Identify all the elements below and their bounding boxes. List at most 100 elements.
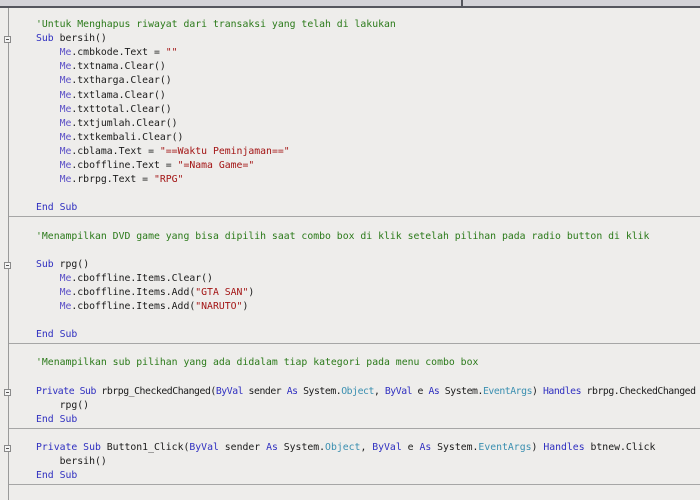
code-token: Button1_Click( (100, 442, 190, 453)
code-line[interactable]: rpg() (36, 399, 90, 413)
code-token: Me (59, 75, 72, 87)
collapse-icon[interactable] (4, 261, 11, 269)
code-line[interactable]: bersih() (36, 455, 107, 469)
code-token: System. (439, 385, 484, 397)
code-token: rbrpg.CheckedChanged (581, 385, 696, 397)
code-line[interactable]: Me.cblama.Text = "==Waktu Peminjaman==" (36, 145, 290, 159)
code-line[interactable]: 'Untuk Menghapus riwayat dari transaksi … (36, 18, 396, 32)
code-line[interactable]: Private Sub Button1_Click(ByVal sender A… (36, 441, 655, 455)
code-line[interactable]: Me.rbrpg.Text = "RPG" (36, 173, 184, 187)
code-token: .cboffline.Items.Add( (71, 286, 196, 298)
code-token: EventArgs (482, 385, 533, 397)
code-line[interactable]: 'Menampilkan sub pilihan yang ada didala… (36, 356, 478, 370)
code-line[interactable]: Me.cboffline.Items.Add("NARUTO") (36, 300, 249, 314)
code-token: End Sub (36, 202, 78, 214)
code-token: ByVal (384, 385, 413, 397)
code-token: Me (59, 117, 72, 129)
code-token: e (412, 385, 429, 397)
code-token: Me (59, 47, 72, 59)
collapse-icon[interactable] (4, 36, 11, 44)
code-line[interactable]: Sub bersih() (36, 32, 107, 46)
code-line[interactable]: Me.txttotal.Clear() (36, 103, 172, 117)
code-token: Me (59, 103, 72, 115)
code-line[interactable]: Me.cboffline.Items.Add("GTA SAN") (36, 286, 255, 300)
code-token: As (419, 442, 432, 453)
code-token: 'Untuk Menghapus riwayat dari transaksi … (36, 19, 396, 30)
code-line[interactable]: Sub rpg() (36, 258, 89, 272)
code-token: .txtnama.Clear() (71, 61, 166, 73)
code-token: .cblama.Text = (71, 145, 160, 157)
code-token: ByVal (189, 442, 219, 453)
code-token: "=Nama Game=" (177, 160, 255, 171)
code-token: End Sub (36, 329, 78, 341)
code-token: , (360, 442, 373, 453)
code-token: rbrpg_CheckedChanged( (95, 385, 216, 397)
code-line[interactable]: Me.txtharga.Clear() (36, 74, 172, 88)
code-token: EventArgs (478, 442, 532, 453)
code-token: Me (59, 174, 72, 186)
code-token: Me (59, 145, 72, 157)
code-token: rpg() (36, 399, 90, 411)
code-line[interactable]: End Sub (36, 201, 77, 215)
code-editor[interactable]: 'Untuk Menghapus riwayat dari transaksi … (0, 0, 700, 500)
code-token: As (266, 442, 278, 453)
code-token: sender (243, 385, 287, 397)
procedure-separator (9, 427, 700, 429)
code-token: Handles (543, 442, 585, 453)
code-token: ) (242, 301, 249, 312)
code-token: Handles (542, 385, 582, 397)
code-token: Sub (36, 33, 54, 45)
code-token: 'Menampilkan DVD game yang bisa dipilih … (36, 230, 650, 242)
collapse-icon[interactable] (4, 388, 11, 396)
code-line[interactable]: Me.txtkembali.Clear() (36, 131, 184, 145)
code-token: .txtharga.Clear() (71, 75, 172, 87)
code-token: , (373, 385, 385, 397)
procedure-separator (9, 484, 700, 486)
code-token: "" (165, 47, 178, 59)
code-token: End Sub (36, 413, 78, 425)
code-line[interactable]: End Sub (36, 413, 77, 427)
code-token: "NARUTO" (195, 301, 243, 312)
collapse-icon[interactable] (4, 445, 11, 452)
code-token: Private Sub (36, 442, 101, 453)
code-token: .cboffline.Items.Clear() (71, 272, 213, 284)
code-line[interactable]: Me.cboffline.Items.Clear() (36, 272, 213, 286)
code-line[interactable]: End Sub (36, 328, 77, 342)
code-token: ) (532, 385, 543, 397)
code-token: Me (59, 61, 72, 73)
code-token: Me (59, 272, 72, 284)
code-line[interactable]: Me.cboffline.Text = "=Nama Game=" (36, 159, 255, 173)
code-token: System. (431, 442, 479, 453)
code-line[interactable]: Me.txtnama.Clear() (36, 60, 166, 74)
code-token: ByVal (215, 385, 244, 397)
code-token: .cmbkode.Text = (71, 47, 166, 59)
code-token: "GTA SAN" (195, 286, 249, 298)
code-token: sender (218, 442, 267, 453)
code-line[interactable]: 'Menampilkan DVD game yang bisa dipilih … (36, 230, 649, 244)
code-token: rpg() (53, 258, 90, 270)
code-token: As (286, 385, 298, 397)
code-token: Object (341, 385, 374, 397)
code-token: .txtjumlah.Clear() (71, 117, 178, 129)
code-line[interactable]: Me.cmbkode.Text = "" (36, 46, 178, 60)
code-line[interactable]: Private Sub rbrpg_CheckedChanged(ByVal s… (36, 385, 696, 399)
code-token: btnew.Click (584, 442, 656, 453)
code-line[interactable]: Me.txtlama.Clear() (36, 89, 166, 103)
code-line[interactable]: Me.txtjumlah.Clear() (36, 117, 178, 131)
code-token: .cboffline.Items.Add( (71, 301, 196, 312)
code-token: Sub (36, 258, 54, 270)
code-line[interactable]: End Sub (36, 469, 77, 483)
code-token: Me (59, 286, 72, 298)
code-token: "==Waktu Peminjaman==" (159, 145, 290, 157)
code-token: Object (325, 442, 361, 453)
code-token: .txttotal.Clear() (71, 103, 172, 115)
